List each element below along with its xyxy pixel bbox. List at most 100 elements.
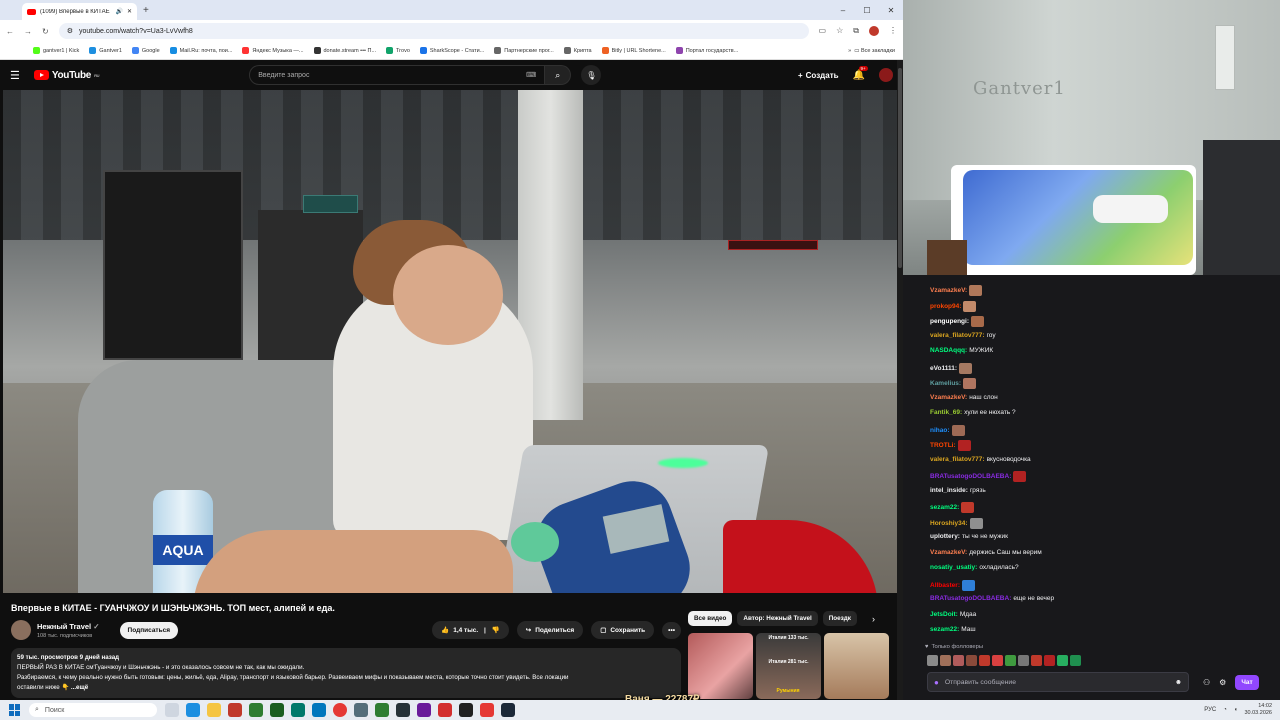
chat-username[interactable]: Horoshiy34: xyxy=(930,520,968,527)
bookmarks-more[interactable]: » xyxy=(848,48,851,54)
emote-icon[interactable] xyxy=(1005,655,1016,666)
minimize-button[interactable]: – xyxy=(831,6,855,15)
notifications-button[interactable]: 🔔 9+ xyxy=(853,65,868,81)
related-video-thumb[interactable] xyxy=(824,633,889,699)
chat-username[interactable]: VzamazkeV: xyxy=(930,549,967,556)
related-video-thumb[interactable]: Италия 133 тыс. Италия 281 тыс. Румыния xyxy=(756,633,821,699)
chips-next-icon[interactable]: › xyxy=(872,614,875,624)
volume-icon[interactable]: ◖ xyxy=(1234,707,1238,713)
emote-icon[interactable] xyxy=(979,655,990,666)
chat-username[interactable]: pengupengi: xyxy=(930,318,969,325)
bookmark-item[interactable]: Яндекс Музыка —... xyxy=(237,47,308,54)
like-button[interactable]: 👍 1,4 тыс. | 👎 xyxy=(432,621,509,639)
app-icon[interactable] xyxy=(438,703,452,717)
bookmark-item[interactable]: Google xyxy=(127,47,165,54)
app-icon[interactable] xyxy=(375,703,389,717)
profile-avatar[interactable] xyxy=(869,26,879,36)
wifi-icon[interactable]: ◔ xyxy=(1223,707,1227,713)
bookmark-item[interactable]: Портал государств... xyxy=(671,47,744,54)
filter-chip[interactable]: Все видео xyxy=(688,611,733,626)
app-icon[interactable] xyxy=(396,703,410,717)
chat-username[interactable]: nosatiy_usatiy: xyxy=(930,564,977,571)
youtube-logo[interactable]: YouTube RU xyxy=(33,70,100,81)
chat-username[interactable]: valera_filatov777: xyxy=(930,456,985,463)
bookmark-item[interactable]: Партнерские прог... xyxy=(489,47,558,54)
emote-icon[interactable] xyxy=(966,655,977,666)
filter-chip[interactable]: Поездк xyxy=(822,611,857,626)
bookmark-item[interactable]: gantver1 | Kick xyxy=(28,47,84,54)
new-tab-button[interactable]: + xyxy=(143,5,149,16)
app-icon[interactable] xyxy=(312,703,326,717)
chat-username[interactable]: sezam22: xyxy=(930,504,959,511)
emote-icon[interactable] xyxy=(1031,655,1042,666)
chat-username[interactable]: BRATusatogoDOLBAEBA: xyxy=(930,595,1011,602)
chat-username[interactable]: intel_inside: xyxy=(930,487,968,494)
browser-tab-youtube[interactable]: (1099) Впервые в КИТАЕ 🔊 ✕ xyxy=(22,3,137,20)
app-icon[interactable] xyxy=(270,703,284,717)
bookmark-item[interactable]: Крипта xyxy=(559,47,597,54)
steam-icon[interactable] xyxy=(501,703,515,717)
maximize-button[interactable]: ☐ xyxy=(855,6,879,15)
chat-send-button[interactable]: Чат xyxy=(1235,675,1259,690)
address-bar[interactable]: ⚙ youtube.com/watch?v=Ua3-LvVwfh8 xyxy=(58,23,809,39)
share-button[interactable]: ↪ Поделиться xyxy=(516,621,584,639)
tab-audio-icon[interactable]: 🔊 xyxy=(115,8,122,15)
all-bookmarks[interactable]: » ▭ Все закладки xyxy=(848,48,903,54)
video-player[interactable]: AQUA xyxy=(3,90,897,593)
filter-chip[interactable]: Автор: Нежный Travel xyxy=(737,611,818,626)
chat-username[interactable]: sezam22: xyxy=(930,626,959,633)
site-info-icon[interactable]: ⚙ xyxy=(67,27,73,35)
extensions-icon[interactable]: ⧉ xyxy=(853,26,859,36)
emote-icon[interactable] xyxy=(1070,655,1081,666)
chat-mic-icon[interactable]: ● xyxy=(934,678,939,687)
start-button[interactable] xyxy=(9,704,21,716)
points-icon[interactable]: ⚇ xyxy=(1203,678,1210,687)
chat-input[interactable]: ● Отправить сообщение ☻ xyxy=(927,672,1189,692)
tab-close-icon[interactable]: ✕ xyxy=(127,8,132,15)
chat-username[interactable]: prokop94: xyxy=(930,303,961,310)
task-view-icon[interactable] xyxy=(165,703,179,717)
show-more-link[interactable]: ...ещё xyxy=(71,684,88,691)
clock[interactable]: 14:02 30.03.2026 xyxy=(1244,703,1272,717)
bookmark-star-icon[interactable]: ☆ xyxy=(836,26,843,36)
chat-username[interactable]: JetsDoit: xyxy=(930,611,958,618)
chrome-icon[interactable] xyxy=(333,703,347,717)
thumbs-down-icon[interactable]: 👎 xyxy=(492,626,500,634)
app-icon[interactable] xyxy=(228,703,242,717)
all-bookmarks-label[interactable]: Все закладки xyxy=(861,48,895,54)
chat-username[interactable]: VzamazkeV: xyxy=(930,394,967,401)
scrollbar-thumb[interactable] xyxy=(898,68,902,268)
emote-icon[interactable] xyxy=(953,655,964,666)
app-icon[interactable] xyxy=(291,703,305,717)
app-icon[interactable] xyxy=(249,703,263,717)
keyboard-icon[interactable]: ⌨ xyxy=(526,71,536,79)
close-window-button[interactable]: ✕ xyxy=(879,6,903,15)
emote-icon[interactable] xyxy=(1044,655,1055,666)
emote-icon[interactable] xyxy=(940,655,951,666)
chat-username[interactable]: uplottery: xyxy=(930,533,960,540)
language-indicator[interactable]: РУС xyxy=(1204,707,1216,713)
chat-username[interactable]: nihao: xyxy=(930,427,950,434)
chat-username[interactable]: Fantik_69: xyxy=(930,409,962,416)
app-icon[interactable] xyxy=(459,703,473,717)
channel-avatar[interactable] xyxy=(11,620,31,640)
emote-icon[interactable] xyxy=(927,655,938,666)
bookmark-item[interactable]: Gantver1 xyxy=(84,47,127,54)
taskbar-search[interactable]: ⌕ Поиск xyxy=(29,703,157,717)
save-button[interactable]: ▢ Сохранить xyxy=(591,621,655,639)
url-text[interactable]: youtube.com/watch?v=Ua3-LvVwfh8 xyxy=(79,28,193,35)
menu-dots-icon[interactable]: ⋮ xyxy=(889,26,897,36)
chat-username[interactable]: valera_filatov777: xyxy=(930,332,985,339)
app-icon[interactable] xyxy=(354,703,368,717)
subscribe-button[interactable]: Подписаться xyxy=(119,621,179,639)
search-input[interactable]: Введите запрос ⌨ xyxy=(249,65,546,85)
emote-icon[interactable] xyxy=(1018,655,1029,666)
menu-icon[interactable]: ☰ xyxy=(10,69,20,82)
bookmark-item[interactable]: SharkScope - Стати... xyxy=(415,47,489,54)
bookmark-item[interactable]: Mail.Ru: почта, пои... xyxy=(165,47,238,54)
chat-settings-icon[interactable]: ⚙ xyxy=(1219,678,1226,687)
emote-icon[interactable] xyxy=(992,655,1003,666)
bookmark-item[interactable]: donate.stream ••• П... xyxy=(309,47,382,54)
more-actions-button[interactable]: ••• xyxy=(662,621,681,639)
chat-username[interactable]: eVo1111: xyxy=(930,365,957,372)
